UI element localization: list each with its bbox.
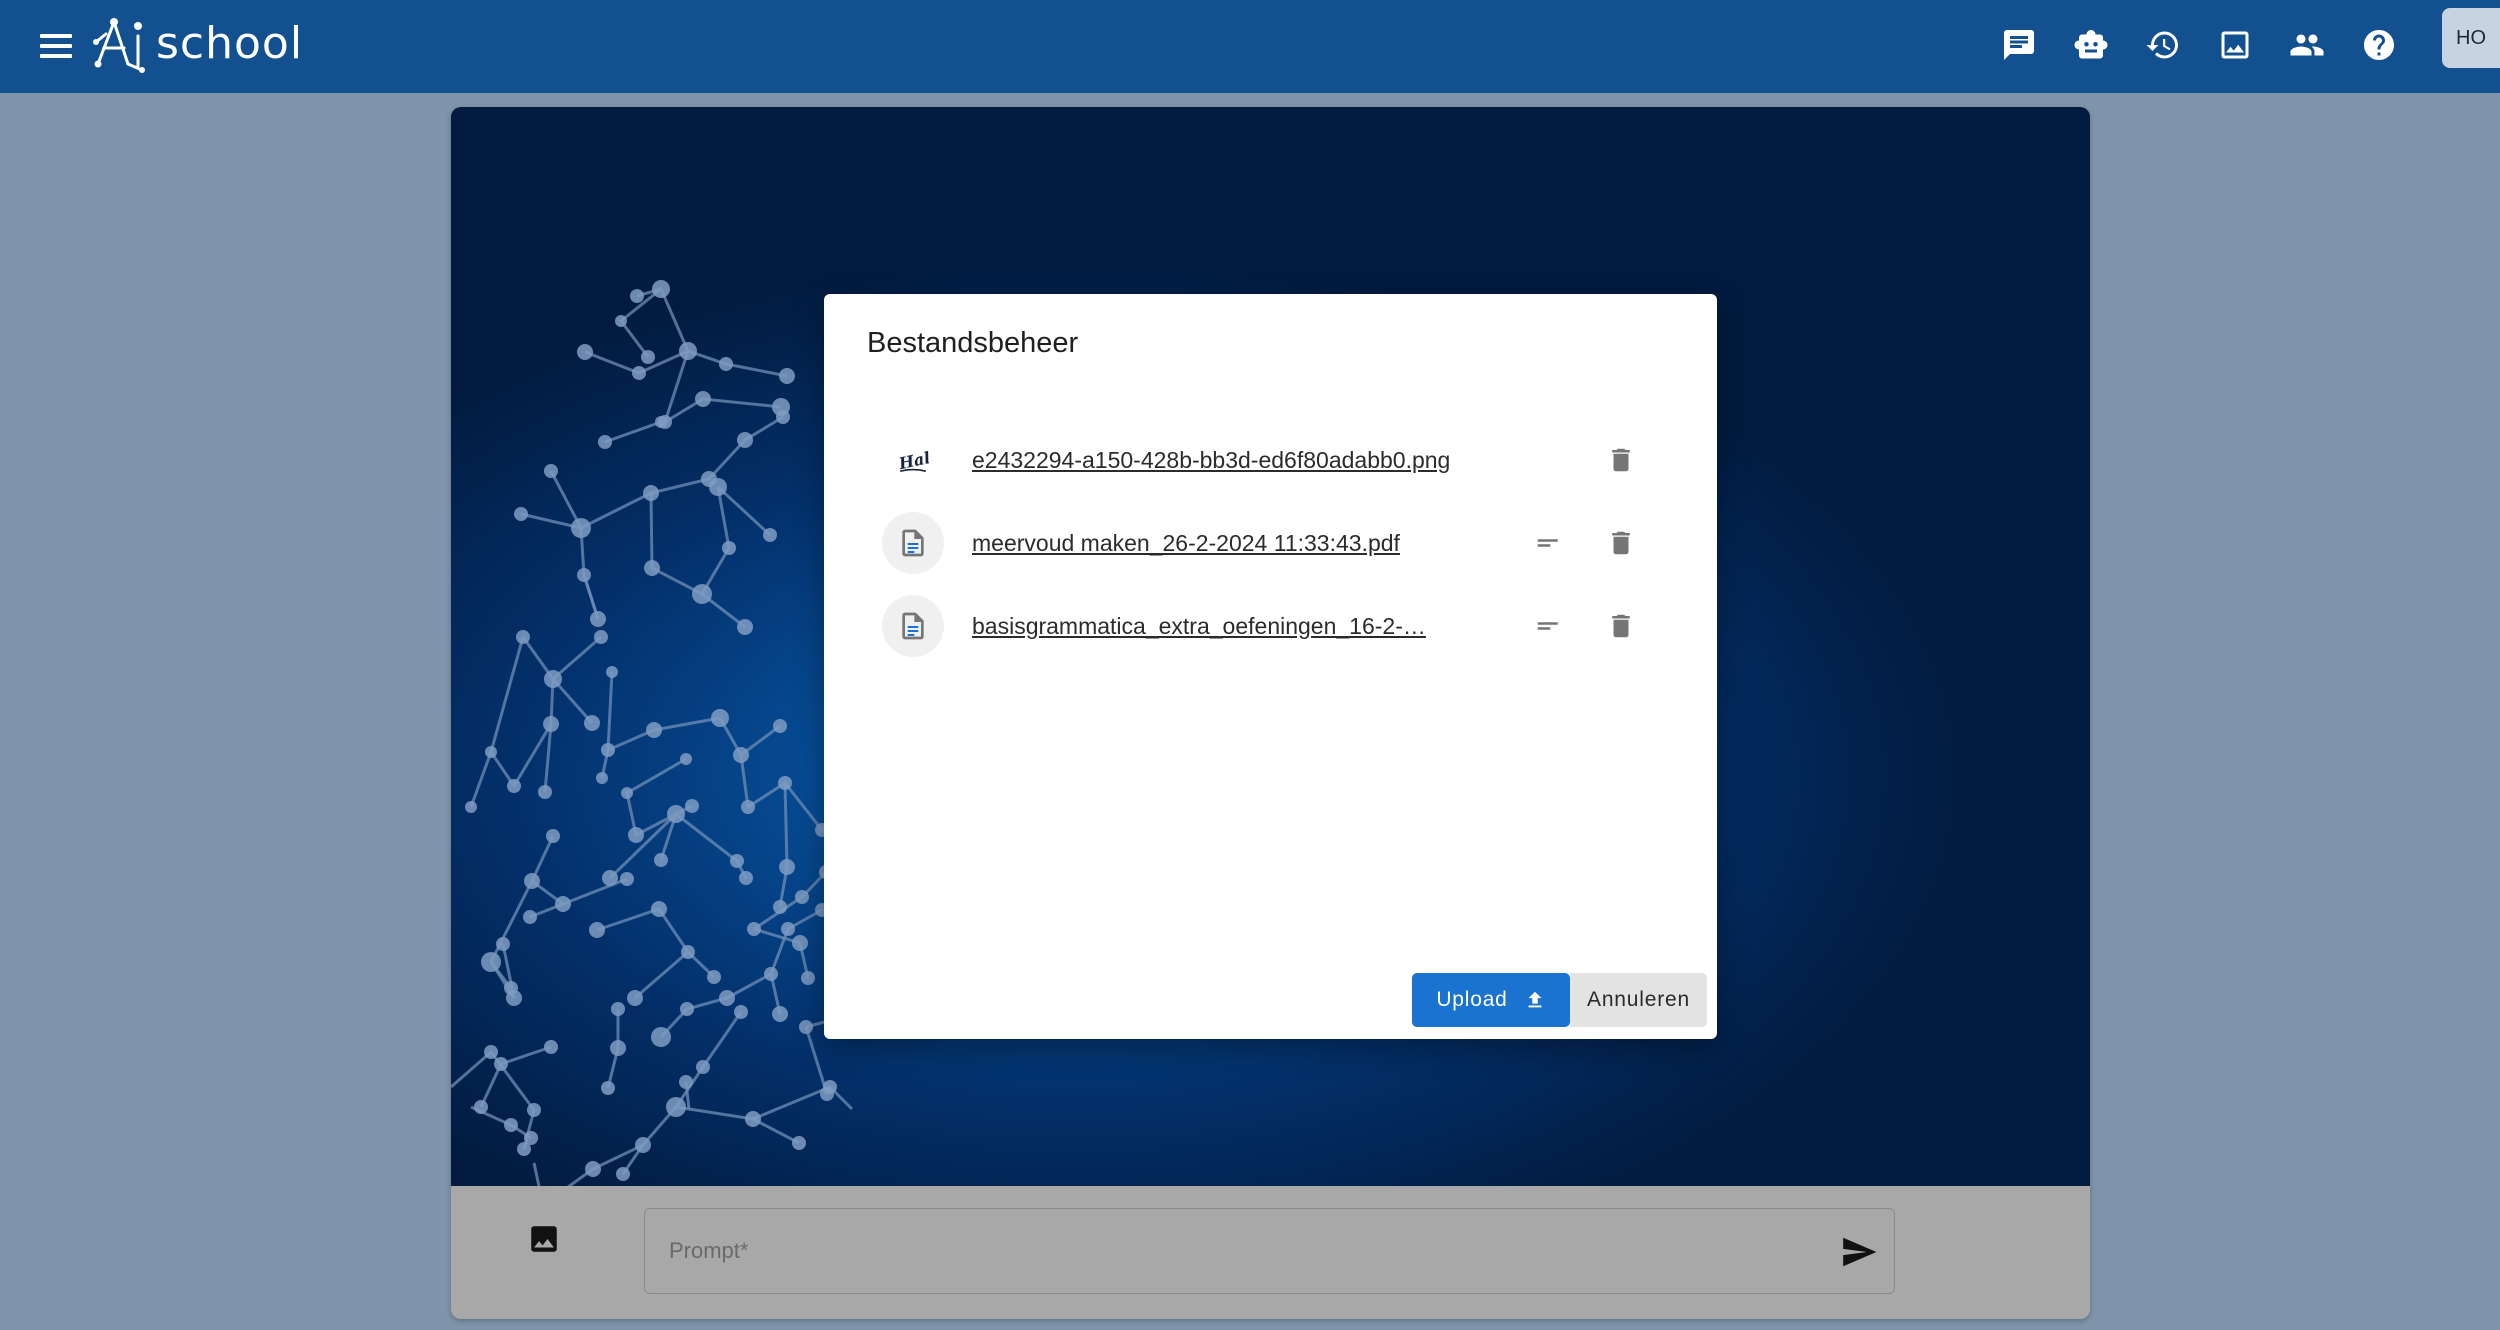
delete-icon[interactable]	[1601, 440, 1641, 480]
document-icon	[882, 512, 944, 574]
history-icon[interactable]	[2127, 22, 2199, 68]
dialog-title: Bestandsbeheer	[867, 327, 1079, 359]
image-thumbnail: Hallo	[882, 429, 944, 491]
delete-icon[interactable]	[1601, 523, 1641, 563]
chat-icon[interactable]	[1983, 22, 2055, 68]
prompt-input[interactable]: Prompt*	[644, 1208, 1895, 1294]
file-row: Hallo e2432294-a150-428b-bb3d-ed6f80adab…	[882, 429, 1652, 491]
upload-button[interactable]: Upload	[1412, 973, 1570, 1027]
app-logo[interactable]: school	[92, 8, 303, 78]
logo-text: school	[156, 17, 304, 69]
file-link[interactable]: meervoud maken_26-2-2024 11:33:43.pdf	[972, 530, 1472, 557]
upload-icon	[1528, 991, 1542, 1008]
robot-icon[interactable]	[2055, 22, 2127, 68]
people-icon[interactable]	[2271, 22, 2343, 68]
image-icon[interactable]	[527, 1222, 561, 1256]
top-app-bar: school HO	[0, 0, 2500, 93]
delete-icon[interactable]	[1601, 606, 1641, 646]
file-manager-dialog: Bestandsbeheer Hallo e2432294-a150-428b-…	[824, 294, 1717, 1039]
cancel-button[interactable]: Annuleren	[1570, 973, 1707, 1027]
file-link[interactable]: e2432294-a150-428b-bb3d-ed6f80adabb0.png	[972, 447, 1472, 474]
document-icon	[882, 595, 944, 657]
gallery-icon[interactable]	[2199, 22, 2271, 68]
details-icon[interactable]	[1529, 606, 1569, 646]
prompt-bar: Prompt*	[451, 1186, 2090, 1319]
hamburger-menu-icon[interactable]	[40, 30, 72, 60]
user-avatar[interactable]: HO	[2442, 8, 2500, 68]
details-icon[interactable]	[1529, 523, 1569, 563]
send-icon[interactable]	[1840, 1233, 1880, 1273]
file-link[interactable]: basisgrammatica_extra_oefeningen_16-2-…	[972, 613, 1472, 640]
help-icon[interactable]	[2343, 22, 2415, 68]
upload-button-label: Upload	[1436, 988, 1508, 1011]
ai-logo-mark	[93, 17, 145, 73]
prompt-placeholder: Prompt*	[669, 1238, 749, 1263]
